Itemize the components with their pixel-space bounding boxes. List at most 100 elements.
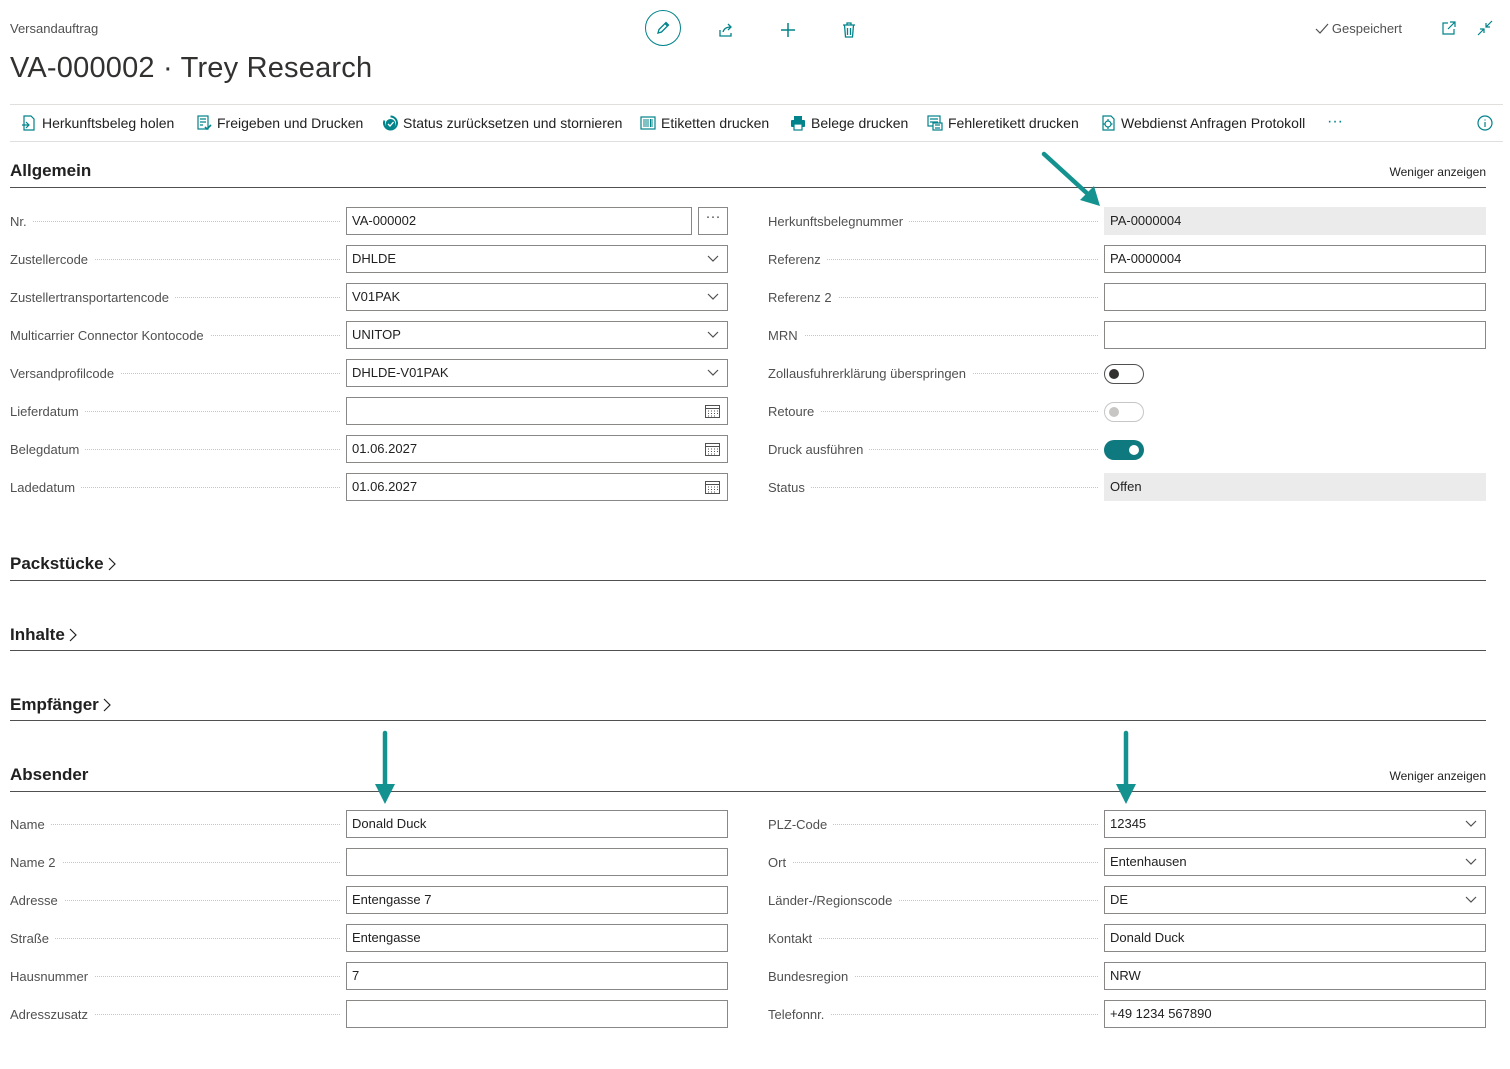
- field-label-text: Retoure: [768, 403, 821, 421]
- field-sender-street-input[interactable]: Entengasse: [346, 924, 728, 952]
- action-reset-status[interactable]: Status zurücksetzen und stornieren: [383, 115, 622, 131]
- reset-status-icon: [383, 115, 398, 131]
- field-mrn-input[interactable]: [1104, 321, 1486, 349]
- field-sender-address-input[interactable]: Entengasse 7: [346, 886, 728, 914]
- field-label-text: Multicarrier Connector Kontocode: [10, 327, 210, 345]
- field-sender-contact-input[interactable]: Donald Duck: [1104, 924, 1486, 952]
- more-actions-button[interactable]: ···: [1327, 113, 1343, 131]
- action-print-error-label[interactable]: Fehleretikett drucken: [927, 115, 1079, 131]
- field-label-text: Lieferdatum: [10, 403, 85, 421]
- field-label: Retoure: [768, 403, 821, 421]
- action-print-labels[interactable]: Etiketten drucken: [640, 115, 769, 131]
- section-general-title[interactable]: Allgemein: [10, 161, 91, 181]
- section-divider: [10, 720, 1486, 721]
- chevron-down-icon: [1465, 896, 1477, 903]
- field-delivery-date-input[interactable]: [346, 397, 728, 425]
- section-contents[interactable]: Inhalte: [10, 625, 77, 645]
- calendar-icon[interactable]: [705, 480, 720, 494]
- field-reference-input[interactable]: PA-0000004: [1104, 245, 1486, 273]
- section-sender-title[interactable]: Absender: [10, 765, 88, 785]
- trash-icon: [843, 22, 855, 38]
- open-new-window-button[interactable]: [1441, 20, 1457, 41]
- field-label: Referenz 2: [768, 289, 838, 307]
- field-sender-country-select[interactable]: DE: [1104, 886, 1486, 914]
- field-transport-type-select[interactable]: V01PAK: [346, 283, 728, 311]
- toggle-execute-print[interactable]: [1104, 440, 1144, 460]
- edit-button[interactable]: [645, 10, 681, 46]
- field-label-text: Kontakt: [768, 930, 819, 948]
- toggle-skip-customs[interactable]: [1104, 364, 1144, 384]
- field-reference-2-input[interactable]: [1104, 283, 1486, 311]
- info-button[interactable]: [1477, 115, 1493, 136]
- show-less-general-button[interactable]: Weniger anzeigen: [1389, 165, 1486, 179]
- field-label: Länder-/Regionscode: [768, 892, 899, 910]
- chevron-down-icon: [707, 255, 719, 262]
- field-sender-house-no-input[interactable]: 7: [346, 962, 728, 990]
- section-divider: [10, 580, 1486, 581]
- field-shipping-profile-select[interactable]: DHLDE-V01PAK: [346, 359, 728, 387]
- field-label-text: Straße: [10, 930, 56, 948]
- dotted-leader: [768, 334, 1098, 336]
- field-label-text: Referenz 2: [768, 289, 838, 307]
- section-divider: [10, 187, 1486, 188]
- field-label-text: Bundesregion: [768, 968, 855, 986]
- field-status: Offen: [1104, 473, 1486, 501]
- pencil-icon: [657, 21, 670, 34]
- annotation-arrow-icon: [375, 730, 395, 804]
- field-label: Zustellertransportartencode: [10, 289, 175, 307]
- field-label: Kontakt: [768, 930, 819, 948]
- field-source-document-no: PA-0000004: [1104, 207, 1486, 235]
- field-label-text: Belegdatum: [10, 441, 86, 459]
- chevron-right-icon: [103, 698, 111, 712]
- section-packages[interactable]: Packstücke: [10, 554, 116, 574]
- action-get-source-document[interactable]: Herkunftsbeleg holen: [21, 115, 174, 131]
- field-label-text: MRN: [768, 327, 804, 345]
- field-label-text: Telefonnr.: [768, 1006, 831, 1024]
- field-account-code-select[interactable]: UNITOP: [346, 321, 728, 349]
- chevron-right-icon: [69, 628, 77, 642]
- field-label-text: Name: [10, 816, 51, 834]
- field-carrier-code-select[interactable]: DHLDE: [346, 245, 728, 273]
- field-label: Zustellercode: [10, 251, 95, 269]
- field-label: Referenz: [768, 251, 827, 269]
- field-sender-postcode-select[interactable]: 12345: [1104, 810, 1486, 838]
- collapse-button[interactable]: [1477, 20, 1493, 41]
- share-button[interactable]: [708, 13, 744, 47]
- action-release-print[interactable]: Freigeben und Drucken: [196, 115, 363, 131]
- field-label-text: Versandprofilcode: [10, 365, 121, 383]
- field-label: Herkunftsbelegnummer: [768, 213, 910, 231]
- action-print-documents[interactable]: Belege drucken: [790, 115, 908, 131]
- new-button[interactable]: [770, 13, 806, 47]
- action-webservice-log[interactable]: Webdienst Anfragen Protokoll: [1100, 115, 1305, 131]
- page-title: VA-000002 · Trey Research: [10, 52, 373, 84]
- field-sender-region-input[interactable]: NRW: [1104, 962, 1486, 990]
- field-document-date-input[interactable]: 01.06.2027: [346, 435, 728, 463]
- field-no-input[interactable]: VA-000002: [346, 207, 692, 235]
- field-label: Telefonnr.: [768, 1006, 831, 1024]
- field-label-text: Zollausfuhrerklärung überspringen: [768, 365, 973, 383]
- chevron-down-icon: [707, 369, 719, 376]
- delete-button[interactable]: [831, 13, 867, 47]
- dotted-leader: [10, 220, 340, 222]
- field-sender-name2-input[interactable]: [346, 848, 728, 876]
- dotted-leader: [10, 937, 340, 939]
- field-sender-city-select[interactable]: Entenhausen: [1104, 848, 1486, 876]
- field-label-text: Zustellertransportartencode: [10, 289, 175, 307]
- calendar-icon[interactable]: [705, 442, 720, 456]
- field-label: Nr.: [10, 213, 33, 231]
- field-sender-address-extra-input[interactable]: [346, 1000, 728, 1028]
- error-label-icon: [927, 115, 943, 131]
- show-less-sender-button[interactable]: Weniger anzeigen: [1389, 769, 1486, 783]
- field-sender-name-input[interactable]: Donald Duck: [346, 810, 728, 838]
- field-loading-date-input[interactable]: 01.06.2027: [346, 473, 728, 501]
- toggle-return: [1104, 402, 1144, 422]
- lookup-button[interactable]: ···: [698, 207, 728, 235]
- section-recipient[interactable]: Empfänger: [10, 695, 111, 715]
- dotted-leader: [10, 823, 340, 825]
- webservice-log-icon: [1102, 115, 1115, 131]
- calendar-icon[interactable]: [705, 404, 720, 418]
- collapse-icon: [1477, 20, 1493, 36]
- get-source-document-icon: [22, 115, 35, 131]
- field-sender-phone-input[interactable]: +49 1234 567890: [1104, 1000, 1486, 1028]
- field-label: Adresse: [10, 892, 64, 910]
